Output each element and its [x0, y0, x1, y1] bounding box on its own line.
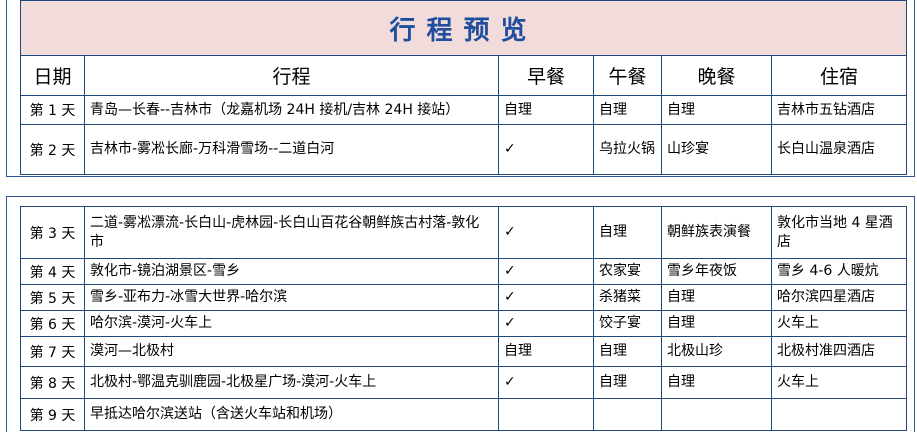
hotel-cell: 火车上	[771, 366, 907, 399]
day-cell: 第 3 天	[20, 206, 85, 259]
hotel-cell: 火车上	[771, 310, 907, 337]
header-dinner: 晚餐	[661, 55, 772, 96]
route-cell: 哈尔滨-漠河-火车上	[84, 310, 499, 337]
dinner-cell: 山珍宴	[661, 124, 772, 175]
table-row: 第 3 天 二道-雾凇漂流-长白山-虎林园-长白山百花谷朝鲜族古村落-敦化市 ✓…	[20, 206, 907, 259]
table-row: 第 2 天 吉林市-雾凇长廊-万科滑雪场--二道白河 ✓ 乌拉火锅 山珍宴 长白…	[20, 124, 908, 175]
table-row: 第 1 天 青岛—长春--吉林市（龙嘉机场 24H 接机/吉林 24H 接站） …	[20, 95, 908, 125]
table-row: 第 9 天 早抵达哈尔滨送站（含送火车站和机场）	[20, 398, 907, 431]
table-row: 第 7 天 漠河—北极村 自理 自理 北极山珍 北极村准四酒店	[20, 336, 907, 367]
lunch-cell: 杀猪菜	[593, 284, 662, 311]
page-frame-right-top	[914, 0, 915, 176]
dinner-cell: 雪乡年夜饭	[661, 258, 772, 285]
table-row: 第 8 天 北极村-鄂温克驯鹿园-北极星广场-漠河-火车上 ✓ 自理 自理 火车…	[20, 366, 907, 399]
day-cell: 第 1 天	[20, 95, 85, 125]
route-cell: 敦化市-镜泊湖景区-雪乡	[84, 258, 499, 285]
header-breakfast: 早餐	[498, 55, 594, 96]
route-cell: 二道-雾凇漂流-长白山-虎林园-长白山百花谷朝鲜族古村落-敦化市	[84, 206, 499, 259]
day-cell: 第 4 天	[20, 258, 85, 285]
route-cell: 雪乡-亚布力-冰雪大世界-哈尔滨	[84, 284, 499, 311]
breakfast-cell: ✓	[498, 206, 594, 259]
day-cell: 第 9 天	[20, 398, 85, 431]
page-frame-left-top	[6, 0, 7, 176]
hotel-cell: 吉林市五钻酒店	[770, 95, 908, 125]
lunch-cell	[593, 398, 662, 431]
hotel-cell	[771, 398, 907, 431]
dinner-cell: 自理	[661, 366, 772, 399]
lunch-cell: 饺子宴	[593, 310, 662, 337]
page-break-line-1	[6, 176, 915, 177]
header-hotel: 住宿	[770, 55, 908, 96]
hotel-cell: 敦化市当地 4 星酒店	[771, 206, 907, 259]
day-cell: 第 5 天	[20, 284, 85, 311]
day-cell: 第 7 天	[20, 336, 85, 367]
table-row: 第 4 天 敦化市-镜泊湖景区-雪乡 ✓ 农家宴 雪乡年夜饭 雪乡 4-6 人暖…	[20, 258, 907, 285]
route-cell: 漠河—北极村	[84, 336, 499, 367]
hotel-cell: 长白山温泉酒店	[770, 124, 908, 175]
day-cell: 第 8 天	[20, 366, 85, 399]
dinner-cell: 北极山珍	[661, 336, 772, 367]
itinerary-table-part1: 行程预览 日期 行程 早餐 午餐 晚餐 住宿 第 1 天 青岛—长春--吉林市（…	[19, 0, 908, 175]
page-frame-right-bottom	[914, 196, 915, 432]
breakfast-cell: ✓	[498, 310, 594, 337]
route-cell: 北极村-鄂温克驯鹿园-北极星广场-漠河-火车上	[84, 366, 499, 399]
table-row: 第 5 天 雪乡-亚布力-冰雪大世界-哈尔滨 ✓ 杀猪菜 自理 哈尔滨四星酒店	[20, 284, 907, 311]
hotel-cell: 北极村准四酒店	[771, 336, 907, 367]
dinner-cell: 自理	[661, 310, 772, 337]
dinner-cell: 自理	[661, 284, 772, 311]
day-cell: 第 6 天	[20, 310, 85, 337]
page-title: 行程预览	[19, 0, 908, 56]
dinner-cell: 朝鲜族表演餐	[661, 206, 772, 259]
table-header-row: 日期 行程 早餐 午餐 晚餐 住宿	[20, 55, 908, 96]
breakfast-cell: 自理	[498, 95, 594, 125]
breakfast-cell: ✓	[498, 258, 594, 285]
lunch-cell: 自理	[593, 366, 662, 399]
table-row: 第 6 天 哈尔滨-漠河-火车上 ✓ 饺子宴 自理 火车上	[20, 310, 907, 337]
hotel-cell: 雪乡 4-6 人暖炕	[771, 258, 907, 285]
lunch-cell: 自理	[593, 206, 662, 259]
header-lunch: 午餐	[593, 55, 662, 96]
hotel-cell: 哈尔滨四星酒店	[771, 284, 907, 311]
breakfast-cell: ✓	[498, 284, 594, 311]
dinner-cell	[661, 398, 772, 431]
breakfast-cell: ✓	[498, 124, 594, 175]
lunch-cell: 农家宴	[593, 258, 662, 285]
breakfast-cell: 自理	[498, 336, 594, 367]
route-cell: 青岛—长春--吉林市（龙嘉机场 24H 接机/吉林 24H 接站）	[84, 95, 499, 125]
route-cell: 早抵达哈尔滨送站（含送火车站和机场）	[84, 398, 499, 431]
page-frame-left-bottom	[6, 196, 7, 432]
page-break-line-2	[6, 196, 915, 197]
route-cell: 吉林市-雾凇长廊-万科滑雪场--二道白河	[84, 124, 499, 175]
lunch-cell: 乌拉火锅	[593, 124, 662, 175]
breakfast-cell	[498, 398, 594, 431]
header-route: 行程	[84, 55, 499, 96]
dinner-cell: 自理	[661, 95, 772, 125]
day-cell: 第 2 天	[20, 124, 85, 175]
breakfast-cell: ✓	[498, 366, 594, 399]
lunch-cell: 自理	[593, 336, 662, 367]
itinerary-table-part2: 第 3 天 二道-雾凇漂流-长白山-虎林园-长白山百花谷朝鲜族古村落-敦化市 ✓…	[20, 206, 907, 431]
header-date: 日期	[20, 55, 85, 96]
lunch-cell: 自理	[593, 95, 662, 125]
